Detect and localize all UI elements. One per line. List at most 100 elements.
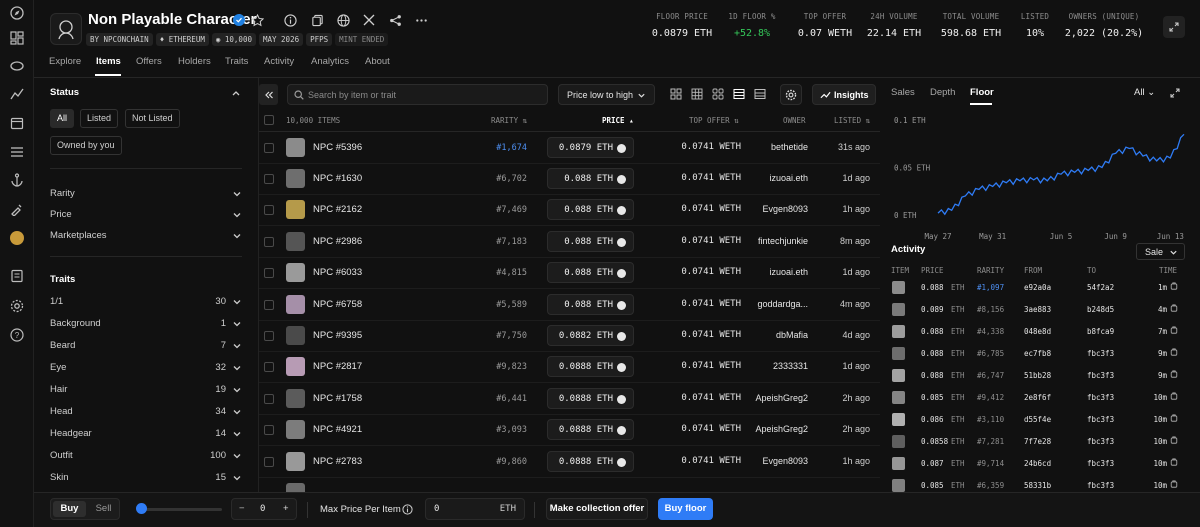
activity-to[interactable]: fbc3f3 <box>1087 349 1114 358</box>
activity-from[interactable]: 58331b <box>1024 481 1051 490</box>
nft-thumbnail <box>892 479 905 492</box>
activity-currency: ETH <box>951 283 965 292</box>
buy-toggle[interactable]: Buy <box>53 501 86 517</box>
activity-row[interactable]: 0.088 ETH #6,785 ec7fb8 fbc3f3 9m <box>888 344 1192 366</box>
activity-row[interactable]: 0.089 ETH #8,156 3ae883 b248d5 4m <box>888 300 1192 322</box>
nft-thumbnail <box>892 281 905 294</box>
activity-from[interactable]: e92a0a <box>1024 283 1051 292</box>
bar-divider <box>534 502 535 518</box>
external-link-icon[interactable] <box>1170 480 1178 488</box>
external-link-icon[interactable] <box>1170 458 1178 466</box>
sell-toggle[interactable]: Sell <box>88 501 119 517</box>
activity-price: 0.087 <box>921 459 944 468</box>
nft-thumbnail <box>892 435 905 448</box>
buy-floor-button[interactable]: Buy floor <box>658 498 713 520</box>
info-icon[interactable] <box>402 504 413 515</box>
activity-time: 9m <box>1157 349 1167 358</box>
activity-list: 0.088 ETH #1,097 e92a0a 54f2a2 1m 0.089 ETH #8,1… <box>0 0 1200 492</box>
external-link-icon[interactable] <box>1170 282 1178 290</box>
max-price-input[interactable]: 0 ETH <box>425 498 525 520</box>
activity-row[interactable]: 0.088 ETH #4,338 048e8d b8fca9 7m <box>888 322 1192 344</box>
activity-row[interactable]: 0.087 ETH #9,714 24b6cd fbc3f3 10m <box>888 454 1192 476</box>
external-link-icon[interactable] <box>1170 436 1178 444</box>
activity-row[interactable]: 0.0858 ETH #7,281 7f7e28 fbc3f3 10m <box>888 432 1192 454</box>
activity-to[interactable]: fbc3f3 <box>1087 481 1114 490</box>
activity-price: 0.085 <box>921 481 944 490</box>
activity-to[interactable]: b8fca9 <box>1087 327 1114 336</box>
max-price-label: Max Price Per Item <box>320 504 401 515</box>
nft-thumbnail <box>892 303 905 316</box>
activity-time: 1m <box>1157 283 1167 292</box>
activity-rarity: #6,747 <box>977 371 1005 380</box>
activity-currency: ETH <box>951 371 965 380</box>
nft-thumbnail <box>892 391 905 404</box>
external-link-icon[interactable] <box>1170 414 1178 422</box>
activity-currency: ETH <box>951 305 965 314</box>
bar-divider <box>307 502 308 518</box>
activity-from[interactable]: 51bb28 <box>1024 371 1051 380</box>
decrement-button[interactable]: − <box>239 503 245 514</box>
activity-to[interactable]: fbc3f3 <box>1087 415 1114 424</box>
make-collection-offer-button[interactable]: Make collection offer <box>546 498 648 520</box>
activity-from[interactable]: d55f4e <box>1024 415 1051 424</box>
activity-currency: ETH <box>951 393 965 402</box>
activity-to[interactable]: b248d5 <box>1087 305 1114 314</box>
activity-row[interactable]: 0.086 ETH #3,110 d55f4e fbc3f3 10m <box>888 410 1192 432</box>
activity-time: 10m <box>1153 481 1167 490</box>
increment-button[interactable]: + <box>283 503 289 514</box>
sweep-bar: Buy Sell − 0 + Max Price Per Item 0 ETH … <box>34 492 1200 527</box>
external-link-icon[interactable] <box>1170 392 1178 400</box>
activity-price: 0.088 <box>921 371 944 380</box>
activity-currency: ETH <box>951 459 965 468</box>
activity-rarity: #4,338 <box>977 327 1005 336</box>
activity-price: 0.089 <box>921 305 944 314</box>
activity-row[interactable]: 0.085 ETH #9,412 2e8f6f fbc3f3 10m <box>888 388 1192 410</box>
activity-currency: ETH <box>951 437 965 446</box>
activity-to[interactable]: fbc3f3 <box>1087 437 1114 446</box>
activity-time: 10m <box>1153 393 1167 402</box>
nft-thumbnail <box>892 457 905 470</box>
external-link-icon[interactable] <box>1170 326 1178 334</box>
activity-rarity: #8,156 <box>977 305 1005 314</box>
quantity-stepper[interactable]: − 0 + <box>231 498 297 520</box>
activity-price: 0.088 <box>921 349 944 358</box>
activity-row[interactable]: 0.088 ETH #1,097 e92a0a 54f2a2 1m <box>888 278 1192 300</box>
external-link-icon[interactable] <box>1170 304 1178 312</box>
quantity-value[interactable]: 0 <box>260 504 265 514</box>
sweep-slider-track[interactable] <box>137 508 222 511</box>
activity-time: 7m <box>1157 327 1167 336</box>
activity-from[interactable]: 048e8d <box>1024 327 1051 336</box>
activity-rarity: #9,714 <box>977 459 1005 468</box>
activity-price: 0.086 <box>921 415 944 424</box>
activity-from[interactable]: 24b6cd <box>1024 459 1051 468</box>
activity-from[interactable]: 2e8f6f <box>1024 393 1051 402</box>
activity-price: 0.0858 <box>921 437 949 446</box>
activity-to[interactable]: fbc3f3 <box>1087 393 1114 402</box>
buy-sell-toggle[interactable]: Buy Sell <box>50 498 120 520</box>
sweep-slider-handle[interactable] <box>136 503 147 514</box>
activity-currency: ETH <box>951 481 965 490</box>
activity-rarity: #7,281 <box>977 437 1005 446</box>
activity-currency: ETH <box>951 415 965 424</box>
external-link-icon[interactable] <box>1170 348 1178 356</box>
nft-thumbnail <box>892 325 905 338</box>
activity-time: 9m <box>1157 371 1167 380</box>
activity-price: 0.085 <box>921 393 944 402</box>
activity-time: 10m <box>1153 459 1167 468</box>
nft-thumbnail <box>892 369 905 382</box>
activity-to[interactable]: fbc3f3 <box>1087 371 1114 380</box>
activity-to[interactable]: fbc3f3 <box>1087 459 1114 468</box>
external-link-icon[interactable] <box>1170 370 1178 378</box>
activity-time: 10m <box>1153 415 1167 424</box>
activity-from[interactable]: ec7fb8 <box>1024 349 1051 358</box>
activity-row[interactable]: 0.085 ETH #6,359 58331b fbc3f3 10m <box>888 476 1192 492</box>
nft-thumbnail <box>892 413 905 426</box>
activity-to[interactable]: 54f2a2 <box>1087 283 1114 292</box>
activity-rarity: #3,110 <box>977 415 1005 424</box>
activity-from[interactable]: 3ae883 <box>1024 305 1051 314</box>
activity-from[interactable]: 7f7e28 <box>1024 437 1051 446</box>
activity-row[interactable]: 0.088 ETH #6,747 51bb28 fbc3f3 9m <box>888 366 1192 388</box>
activity-rarity: #9,412 <box>977 393 1005 402</box>
activity-time: 10m <box>1153 437 1167 446</box>
activity-currency: ETH <box>951 327 965 336</box>
